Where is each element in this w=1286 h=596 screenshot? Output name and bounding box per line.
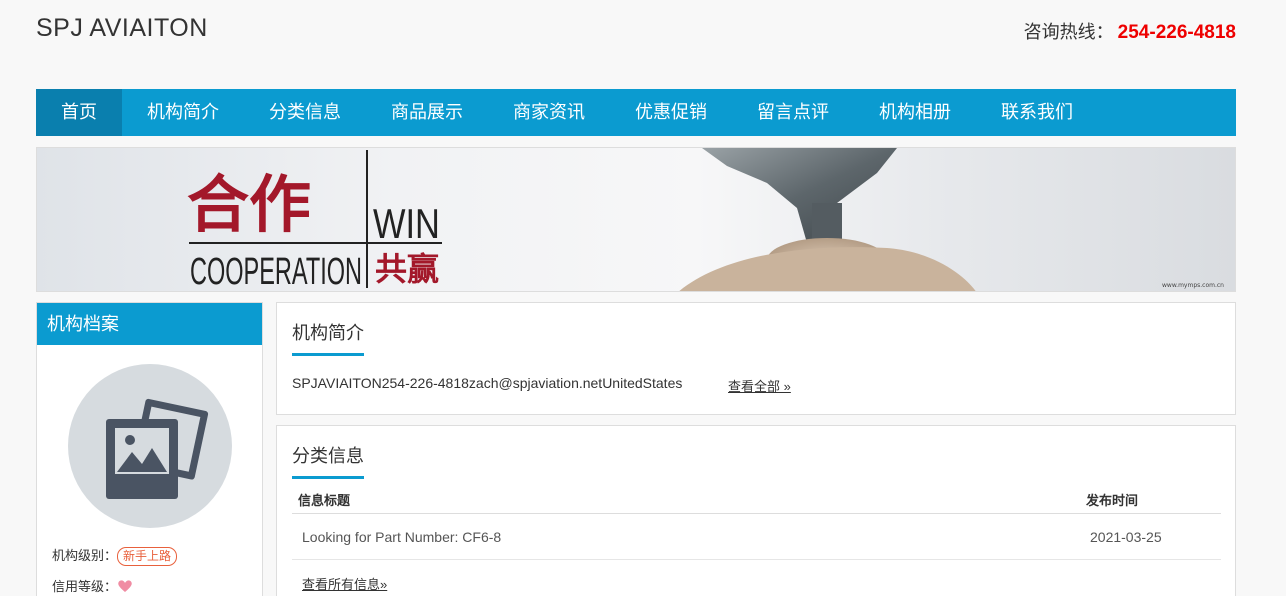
row-title[interactable]: Looking for Part Number: CF6-8 xyxy=(302,529,501,545)
banner-win: WIN xyxy=(373,201,440,248)
sidebar-title: 机构档案 xyxy=(37,303,262,345)
profile-sidebar: 机构档案 机构级别： 新手上路 信用等级： xyxy=(36,302,263,596)
banner-chinese-title: 合作 xyxy=(187,168,311,241)
heart-icon xyxy=(118,580,132,592)
nav-item-about[interactable]: 机构简介 xyxy=(122,89,244,136)
intro-text: SPJAVIAITON254-226-4818zach@spjaviation.… xyxy=(292,375,683,391)
nav-item-products[interactable]: 商品展示 xyxy=(366,89,488,136)
hotline-number: 254-226-4818 xyxy=(1117,22,1236,43)
table-row[interactable]: Looking for Part Number: CF6-8 2021-03-2… xyxy=(292,514,1221,560)
level-label: 机构级别： xyxy=(52,548,118,563)
table-header: 信息标题 发布时间 xyxy=(292,482,1221,514)
banner-watermark: www.mymps.com.cn xyxy=(1162,282,1224,289)
category-table: 信息标题 发布时间 Looking for Part Number: CF6-8… xyxy=(292,482,1221,560)
credit-label: 信用等级： xyxy=(52,579,118,594)
nav-item-home[interactable]: 首页 xyxy=(36,89,122,136)
nav-item-album[interactable]: 机构相册 xyxy=(854,89,976,136)
nav-item-promotions[interactable]: 优惠促销 xyxy=(610,89,732,136)
credit-row: 信用等级： xyxy=(52,576,133,595)
column-date-header: 发布时间 xyxy=(1086,493,1139,508)
hotline-label: 咨询热线： xyxy=(1023,22,1114,42)
intro-panel: 机构简介 SPJAVIAITON254-226-4818zach@spjavia… xyxy=(276,302,1236,415)
banner-artwork: 合作 WIN COOPERATION 共赢 www.mymps.com.cn xyxy=(187,148,1224,292)
nav-item-contact[interactable]: 联系我们 xyxy=(976,89,1098,136)
nav-item-news[interactable]: 商家资讯 xyxy=(488,89,610,136)
view-all-info-link[interactable]: 查看所有信息» xyxy=(302,574,387,593)
column-title-header: 信息标题 xyxy=(298,493,351,508)
banner-image: 合作 WIN COOPERATION 共赢 www.mymps.com.cn xyxy=(36,147,1236,292)
main-nav: 首页 机构简介 分类信息 商品展示 商家资讯 优惠促销 留言点评 机构相册 联系… xyxy=(36,89,1236,136)
level-badge: 新手上路 xyxy=(117,547,178,566)
photo-placeholder-icon xyxy=(106,398,209,499)
view-all-intro-link[interactable]: 查看全部 » xyxy=(728,376,791,395)
category-panel: 分类信息 信息标题 发布时间 Looking for Part Number: … xyxy=(276,425,1236,596)
intro-title: 机构简介 xyxy=(292,319,364,356)
nav-item-classifieds[interactable]: 分类信息 xyxy=(244,89,366,136)
level-row: 机构级别： 新手上路 xyxy=(52,545,178,566)
category-title: 分类信息 xyxy=(292,442,364,479)
nav-item-reviews[interactable]: 留言点评 xyxy=(732,89,854,136)
banner-cooperation: COOPERATION xyxy=(190,251,362,292)
avatar xyxy=(68,364,232,528)
row-date: 2021-03-25 xyxy=(1090,529,1162,545)
site-title: SPJ AVIAITON xyxy=(36,14,208,42)
hotline: 咨询热线： 254-226-4818 xyxy=(1024,18,1236,44)
banner-chinese-subtitle: 共赢 xyxy=(375,250,439,288)
